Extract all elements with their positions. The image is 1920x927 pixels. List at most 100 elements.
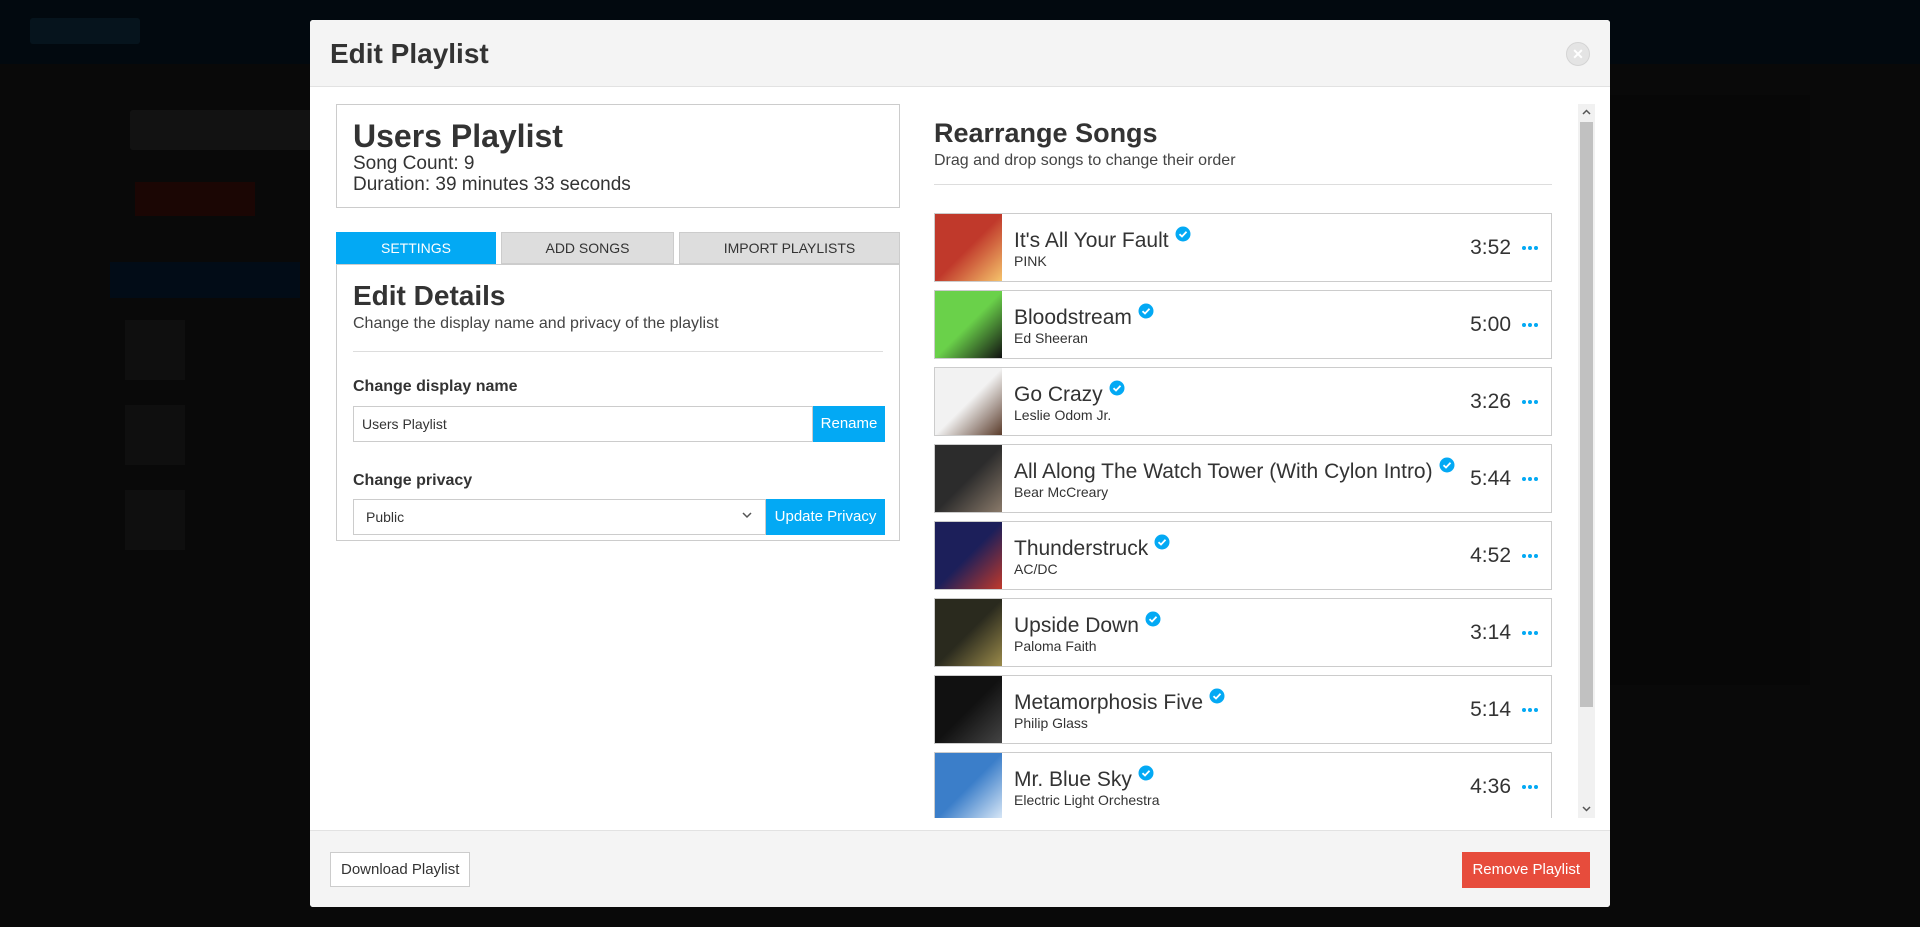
song-count: Song Count: 9 [353, 153, 475, 174]
song-title: Go Crazy [1014, 380, 1125, 407]
song-artist: Philip Glass [1014, 715, 1088, 731]
verified-icon [1209, 688, 1225, 704]
modal-title: Edit Playlist [330, 38, 489, 69]
song-title-text: Go Crazy [1014, 383, 1103, 406]
divider [353, 351, 883, 352]
more-options-icon[interactable] [1521, 700, 1539, 720]
song-row[interactable]: Bloodstream Ed Sheeran 5:00 [934, 290, 1552, 359]
privacy-select-value: Public [366, 509, 405, 525]
divider [934, 184, 1552, 185]
verified-icon [1145, 611, 1161, 627]
song-row[interactable]: Metamorphosis Five Philip Glass 5:14 [934, 675, 1552, 744]
more-options-icon[interactable] [1521, 469, 1539, 489]
album-art [935, 291, 1002, 358]
modal-header: Edit Playlist ✕ [310, 20, 1610, 87]
modal-body: Users Playlist Song Count: 9 Duration: 3… [310, 87, 1610, 830]
chevron-down-icon [742, 512, 752, 519]
song-row[interactable]: Upside Down Paloma Faith 3:14 [934, 598, 1552, 667]
song-duration: 3:14 [1470, 621, 1511, 644]
display-name-label: Change display name [353, 378, 518, 395]
verified-icon [1175, 226, 1191, 242]
playlist-info-card: Users Playlist Song Count: 9 Duration: 3… [336, 104, 900, 208]
song-duration: 4:52 [1470, 544, 1511, 567]
download-playlist-button[interactable]: Download Playlist [330, 852, 471, 887]
song-title: Thunderstruck [1014, 534, 1170, 561]
song-artist: Ed Sheeran [1014, 330, 1088, 346]
settings-panel: Edit Details Change the display name and… [336, 264, 900, 541]
verified-icon [1138, 765, 1154, 781]
song-title-text: Thunderstruck [1014, 537, 1149, 560]
edit-playlist-modal: Edit Playlist ✕ Users Playlist Song Coun… [310, 20, 1610, 907]
album-art [935, 368, 1002, 435]
more-options-icon[interactable] [1521, 315, 1539, 335]
song-title: Upside Down [1014, 611, 1161, 638]
song-title-text: Metamorphosis Five [1014, 691, 1204, 714]
song-duration: 5:44 [1470, 467, 1511, 490]
verified-icon [1109, 380, 1125, 396]
song-title: It's All Your Fault [1014, 226, 1191, 253]
album-art [935, 522, 1002, 589]
more-options-icon[interactable] [1521, 238, 1539, 258]
more-options-icon[interactable] [1521, 777, 1539, 797]
verified-icon [1439, 457, 1455, 473]
tab-settings[interactable]: SETTINGS [336, 232, 496, 264]
song-artist: AC/DC [1014, 561, 1058, 577]
playlist-name: Users Playlist [353, 118, 563, 154]
song-artist: Bear McCreary [1014, 484, 1109, 500]
rearrange-title: Rearrange Songs [934, 118, 1158, 148]
rearrange-songs-panel: Rearrange Songs Drag and drop songs to c… [934, 104, 1586, 818]
song-list-scrollbar[interactable] [1578, 104, 1595, 818]
verified-icon [1138, 303, 1154, 319]
song-duration: 3:52 [1470, 236, 1511, 259]
song-row[interactable]: Thunderstruck AC/DC 4:52 [934, 521, 1552, 590]
song-title-text: Upside Down [1014, 614, 1139, 637]
song-title-text: All Along The Watch Tower (With Cylon In… [1014, 460, 1433, 483]
privacy-label: Change privacy [353, 472, 473, 489]
scroll-up-icon[interactable] [1581, 107, 1592, 118]
rearrange-subtitle: Drag and drop songs to change their orde… [934, 152, 1236, 169]
song-title-text: Bloodstream [1014, 306, 1132, 329]
scroll-down-icon[interactable] [1581, 803, 1592, 814]
rename-button[interactable]: Rename [813, 406, 885, 442]
song-duration: 4:36 [1470, 775, 1511, 798]
tab-bar: SETTINGS ADD SONGS IMPORT PLAYLISTS [336, 232, 900, 264]
song-title: Metamorphosis Five [1014, 688, 1225, 715]
song-title-text: Mr. Blue Sky [1014, 768, 1132, 791]
song-title: Bloodstream [1014, 303, 1154, 330]
song-artist: Paloma Faith [1014, 638, 1097, 654]
playlist-duration: Duration: 39 minutes 33 seconds [353, 174, 631, 195]
song-row[interactable]: Mr. Blue Sky Electric Light Orchestra 4:36 [934, 752, 1552, 818]
settings-title: Edit Details [353, 280, 506, 311]
song-row[interactable]: It's All Your Fault PINK 3:52 [934, 213, 1552, 282]
album-art [935, 599, 1002, 666]
verified-icon [1154, 534, 1170, 550]
song-title-text: It's All Your Fault [1014, 229, 1169, 252]
update-privacy-button[interactable]: Update Privacy [766, 499, 885, 535]
song-title: Mr. Blue Sky [1014, 765, 1154, 792]
remove-playlist-button[interactable]: Remove Playlist [1462, 852, 1590, 888]
song-artist: PINK [1014, 253, 1047, 269]
close-icon[interactable]: ✕ [1566, 42, 1590, 66]
more-options-icon[interactable] [1521, 546, 1539, 566]
tab-add-songs[interactable]: ADD SONGS [501, 232, 674, 264]
song-row[interactable]: Go Crazy Leslie Odom Jr. 3:26 [934, 367, 1552, 436]
display-name-input[interactable]: Users Playlist [353, 406, 813, 442]
song-duration: 5:14 [1470, 698, 1511, 721]
album-art [935, 214, 1002, 281]
song-artist: Electric Light Orchestra [1014, 792, 1160, 808]
scrollbar-thumb[interactable] [1580, 122, 1593, 707]
song-duration: 3:26 [1470, 390, 1511, 413]
song-artist: Leslie Odom Jr. [1014, 407, 1112, 423]
album-art [935, 753, 1002, 818]
song-title: All Along The Watch Tower (With Cylon In… [1014, 457, 1455, 484]
song-duration: 5:00 [1470, 313, 1511, 336]
privacy-select[interactable]: Public [353, 499, 766, 535]
tab-import-playlists[interactable]: IMPORT PLAYLISTS [679, 232, 900, 264]
song-row[interactable]: All Along The Watch Tower (With Cylon In… [934, 444, 1552, 513]
album-art [935, 445, 1002, 512]
settings-subtitle: Change the display name and privacy of t… [353, 315, 719, 332]
album-art [935, 676, 1002, 743]
modal-footer: Download Playlist Remove Playlist [310, 830, 1610, 907]
more-options-icon[interactable] [1521, 392, 1539, 412]
more-options-icon[interactable] [1521, 623, 1539, 643]
